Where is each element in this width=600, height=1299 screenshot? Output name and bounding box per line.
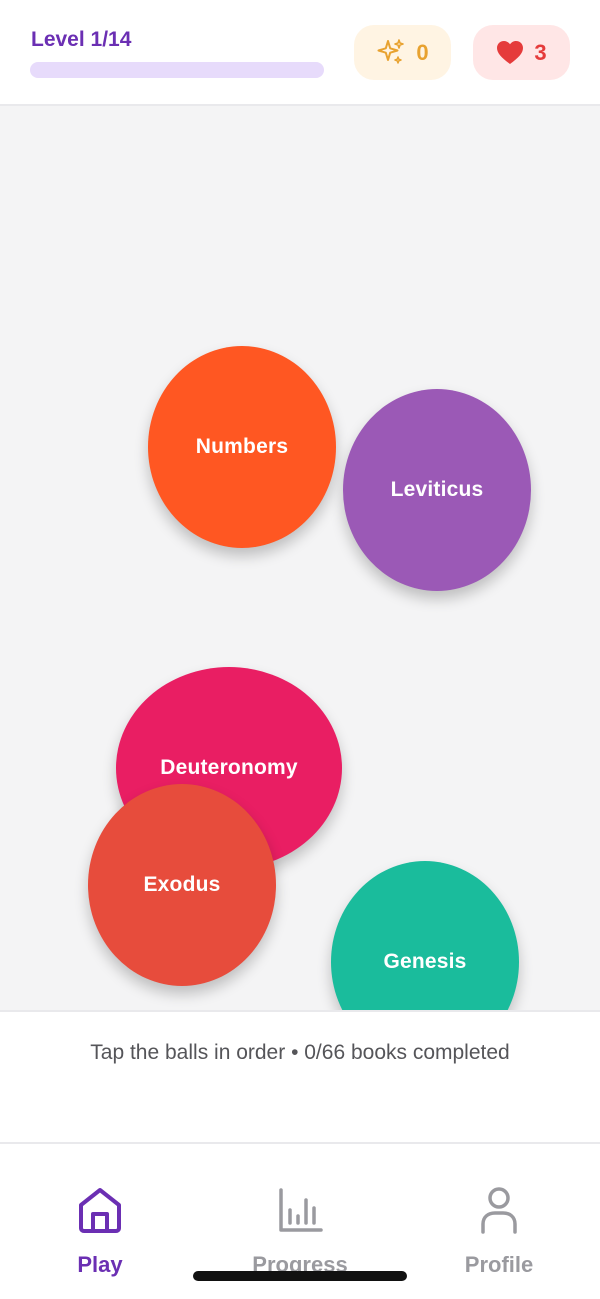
nav-item-profile[interactable]: Profile xyxy=(429,1182,569,1278)
nav-item-progress[interactable]: Progress xyxy=(230,1182,370,1278)
game-area: Numbers Leviticus Deuteronomy Exodus Gen… xyxy=(0,106,600,1010)
lives-counter[interactable]: 3 xyxy=(473,25,570,80)
sparkles-icon xyxy=(376,38,406,68)
instruction-text: Tap the balls in order • 0/66 books comp… xyxy=(90,1041,510,1064)
book-ball-genesis[interactable]: Genesis xyxy=(331,861,519,1010)
ball-label: Numbers xyxy=(195,435,289,458)
book-ball-numbers[interactable]: Numbers xyxy=(148,346,336,548)
lives-count: 3 xyxy=(534,39,547,65)
ball-label: Genesis xyxy=(383,950,467,973)
nav-item-play[interactable]: Play xyxy=(30,1182,170,1278)
book-ball-leviticus[interactable]: Leviticus xyxy=(343,389,531,591)
level-progress-bar xyxy=(30,62,324,78)
ball-label: Exodus xyxy=(143,873,221,896)
app-screen: Level 1/14 0 3 Numbers Leviticus Deutero… xyxy=(0,0,600,1299)
bar-chart-icon xyxy=(277,1182,323,1234)
nav-label-play: Play xyxy=(77,1252,123,1277)
stars-counter[interactable]: 0 xyxy=(354,25,451,80)
ball-label: Leviticus xyxy=(390,478,484,501)
home-icon xyxy=(77,1182,123,1234)
header: Level 1/14 0 3 xyxy=(0,0,600,106)
book-ball-exodus[interactable]: Exodus xyxy=(88,784,276,986)
stars-count: 0 xyxy=(416,39,429,65)
level-label: Level 1/14 xyxy=(31,28,132,51)
user-icon xyxy=(479,1182,519,1234)
home-indicator xyxy=(193,1271,407,1281)
heart-icon xyxy=(496,40,524,66)
instruction-bar: Tap the balls in order • 0/66 books comp… xyxy=(0,1010,600,1144)
nav-label-profile: Profile xyxy=(464,1252,534,1277)
ball-label: Deuteronomy xyxy=(160,756,298,779)
